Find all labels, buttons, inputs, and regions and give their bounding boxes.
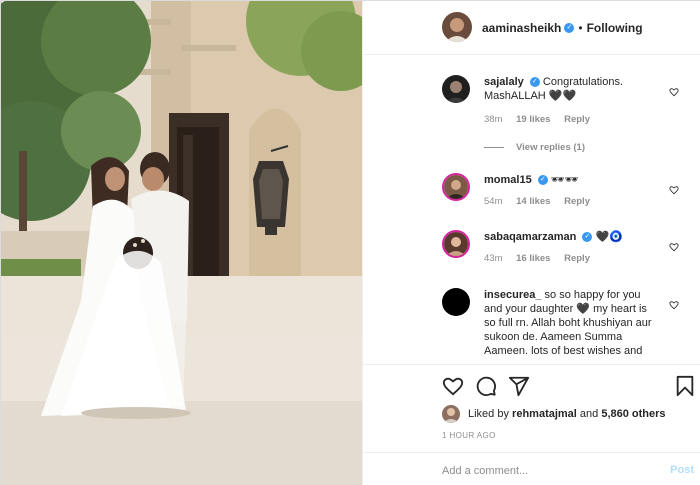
comment-text: sabaqamarzaman ✓ 🖤🧿 xyxy=(484,230,654,244)
post-actions: Liked by rehmatajmal and 5,860 others 1 … xyxy=(363,364,700,485)
reply-button[interactable]: Reply xyxy=(564,114,590,125)
comment-body: 🖤🧿 xyxy=(595,231,623,243)
post-header: aaminasheikh ✓ • Following xyxy=(363,1,700,55)
comment-username[interactable]: sabaqamarzaman xyxy=(484,231,576,243)
commenter-avatar[interactable] xyxy=(442,230,470,258)
view-replies-button[interactable]: View replies (1) xyxy=(484,142,585,153)
comment-icon[interactable] xyxy=(475,375,497,397)
comment-username[interactable]: insecurea_ xyxy=(484,289,541,301)
verified-icon: ✓ xyxy=(529,77,540,88)
comment-item: sajalaly ✓ Congratulations. MashALLAH 🖤🖤… xyxy=(442,75,700,125)
comment-text: momal15 ✓ 🕶🕶 xyxy=(484,173,654,187)
liked-by-prefix: Liked by xyxy=(468,408,509,420)
liker-avatar xyxy=(442,405,460,423)
following-button[interactable]: Following xyxy=(587,21,643,35)
comment-meta: 54m 14 likes Reply xyxy=(484,196,700,207)
small-heart-icon[interactable] xyxy=(669,87,679,97)
post-photo[interactable] xyxy=(1,1,362,485)
commenter-avatar[interactable] xyxy=(442,173,470,201)
comment-item: sabaqamarzaman ✓ 🖤🧿 43m 16 likes Reply xyxy=(442,230,700,264)
reply-button[interactable]: Reply xyxy=(564,196,590,207)
comment-username[interactable]: momal15 xyxy=(484,174,532,186)
post-dialog: aaminasheikh ✓ • Following sajalaly ✓ Co… xyxy=(0,0,700,485)
commenter-avatar[interactable] xyxy=(442,288,470,316)
view-replies-label: View replies (1) xyxy=(516,142,585,153)
comment-username[interactable]: sajalaly xyxy=(484,76,524,88)
small-heart-icon[interactable] xyxy=(669,242,679,252)
share-icon[interactable] xyxy=(508,375,530,397)
comment-meta: 43m 16 likes Reply xyxy=(484,253,700,264)
comment-input[interactable] xyxy=(442,462,652,480)
comment-body: 🕶🕶 xyxy=(550,174,579,186)
action-icons xyxy=(442,375,698,399)
bookmark-icon[interactable] xyxy=(674,375,696,397)
heart-icon[interactable] xyxy=(442,375,464,397)
post-sidebar: aaminasheikh ✓ • Following sajalaly ✓ Co… xyxy=(362,1,700,485)
liked-by-and: and xyxy=(579,408,599,420)
comment-text: insecurea_ so so happy for you and your … xyxy=(484,288,654,358)
replies-divider xyxy=(484,146,504,148)
header-separator: • xyxy=(578,20,583,35)
post-comment-button[interactable]: Post xyxy=(670,464,694,476)
comment-item: momal15 ✓ 🕶🕶 54m 14 likes Reply xyxy=(442,173,700,207)
likes-summary[interactable]: Liked by rehmatajmal and 5,860 others xyxy=(442,405,666,423)
owner-username[interactable]: aaminasheikh xyxy=(482,21,561,35)
verified-icon: ✓ xyxy=(564,22,575,33)
comment-likes[interactable]: 19 likes xyxy=(516,114,550,125)
verified-icon: ✓ xyxy=(537,175,548,186)
comment-item: insecurea_ so so happy for you and your … xyxy=(442,288,700,358)
small-heart-icon[interactable] xyxy=(669,300,679,310)
post-timestamp: 1 HOUR AGO xyxy=(442,431,496,440)
comment-time: 54m xyxy=(484,196,503,207)
liked-by-user[interactable]: rehmatajmal xyxy=(512,408,577,420)
add-comment-bar: Post xyxy=(363,452,700,485)
owner-avatar[interactable] xyxy=(442,12,472,42)
reply-button[interactable]: Reply xyxy=(564,253,590,264)
comment-meta: 38m 19 likes Reply xyxy=(484,114,700,125)
comment-text: sajalaly ✓ Congratulations. MashALLAH 🖤🖤 xyxy=(484,75,654,103)
commenter-avatar[interactable] xyxy=(442,75,470,103)
small-heart-icon[interactable] xyxy=(669,185,679,195)
comment-time: 38m xyxy=(484,114,503,125)
liked-by-others[interactable]: 5,860 others xyxy=(601,408,665,420)
verified-icon: ✓ xyxy=(582,232,593,243)
comments-list[interactable]: sajalaly ✓ Congratulations. MashALLAH 🖤🖤… xyxy=(363,56,700,364)
comment-time: 43m xyxy=(484,253,503,264)
comment-likes[interactable]: 16 likes xyxy=(516,253,550,264)
comment-likes[interactable]: 14 likes xyxy=(516,196,550,207)
